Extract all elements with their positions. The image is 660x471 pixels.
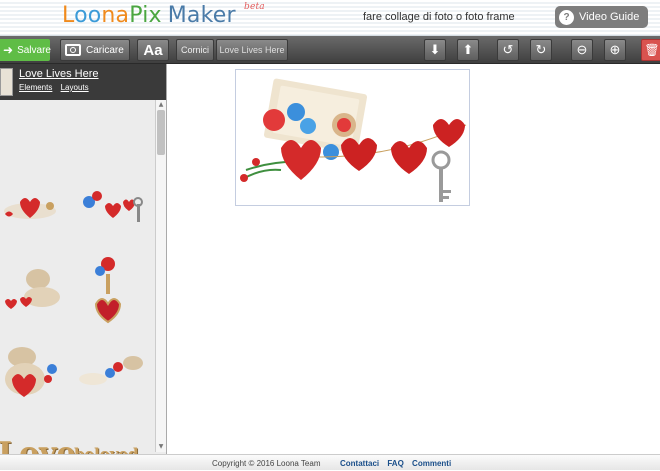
scroll-up-icon[interactable]: ▲ (156, 100, 166, 110)
sidebar-scrollbar[interactable]: ▲ ▼ (155, 100, 166, 452)
logo-letters-na: na (101, 3, 130, 28)
redo-icon[interactable]: ↻ (530, 39, 552, 61)
app-header: LoonaPix Maker beta fare collage di foto … (0, 0, 660, 36)
sidebar-header: Love Lives Here Elements Layouts (0, 64, 166, 100)
video-guide-label: Video Guide (579, 11, 640, 23)
element-thumb-hearts-garland[interactable] (75, 184, 150, 234)
love-collage-image (240, 78, 467, 202)
scroll-thumb[interactable] (157, 110, 165, 155)
element-thumb-letter-flowers[interactable] (78, 349, 153, 394)
save-arrow-icon: ➜ (3, 43, 14, 57)
sidebar-title[interactable]: Love Lives Here (19, 68, 99, 80)
zoom-out-icon[interactable]: ⊖ (571, 39, 593, 61)
current-frame-button[interactable]: Love Lives Here (216, 39, 288, 61)
logo-word-pix: Pix (129, 3, 162, 28)
tagline: fare collage di foto o foto frame (363, 11, 515, 23)
video-guide-button[interactable]: ? Video Guide (555, 6, 648, 28)
element-thumb-teddy-bear[interactable] (0, 259, 65, 319)
scroll-down-icon[interactable]: ▼ (156, 442, 166, 452)
elements-link[interactable]: Elements (19, 83, 52, 92)
upload-photo-button[interactable]: Caricare (60, 39, 130, 61)
logo-letter-l: L (62, 3, 75, 28)
beta-label: beta (244, 2, 265, 12)
upload-icon[interactable]: ⬆ (457, 39, 479, 61)
footer-links: Contattaci FAQ Commenti (340, 459, 457, 468)
copyright-text: Copyright © 2016 Loona Team (212, 459, 321, 468)
page-footer: Copyright © 2016 Loona Team Contattaci F… (0, 454, 660, 470)
contact-link[interactable]: Contattaci (340, 459, 379, 468)
text-tool-button[interactable]: Aa (137, 39, 169, 61)
layouts-link[interactable]: Layouts (61, 83, 89, 92)
camera-icon (65, 44, 81, 56)
element-thumb-bear-with-heart[interactable] (0, 339, 65, 404)
logo-letters-oo: oo (74, 3, 102, 28)
zoom-in-icon[interactable]: ⊕ (604, 39, 626, 61)
main-toolbar: ➜ Salvare Caricare Aa Cornici Love Lives… (0, 36, 660, 64)
collage-canvas[interactable] (235, 69, 470, 206)
save-label: Salvare (17, 44, 51, 56)
help-icon: ? (559, 9, 574, 25)
sidebar-links: Elements Layouts (19, 83, 95, 92)
save-button[interactable]: ➜ Salvare (0, 39, 51, 61)
loonapix-logo[interactable]: LoonaPix Maker beta (62, 2, 265, 28)
logo-word-maker: Maker (167, 3, 236, 28)
element-thumb-heart-pendant[interactable] (88, 249, 128, 329)
elements-sidebar: Love Lives Here Elements Layouts ▲ ▼ (0, 64, 167, 471)
faq-link[interactable]: FAQ (387, 459, 403, 468)
trash-icon[interactable]: 🗑 (641, 39, 660, 61)
frames-button[interactable]: Cornici (176, 39, 214, 61)
download-icon[interactable]: ⬇ (424, 39, 446, 61)
undo-icon[interactable]: ↺ (497, 39, 519, 61)
frame-thumbnail[interactable] (0, 68, 13, 96)
element-thumb-heart-lock[interactable] (0, 184, 60, 234)
upload-label: Caricare (86, 44, 124, 56)
comments-link[interactable]: Commenti (412, 459, 451, 468)
